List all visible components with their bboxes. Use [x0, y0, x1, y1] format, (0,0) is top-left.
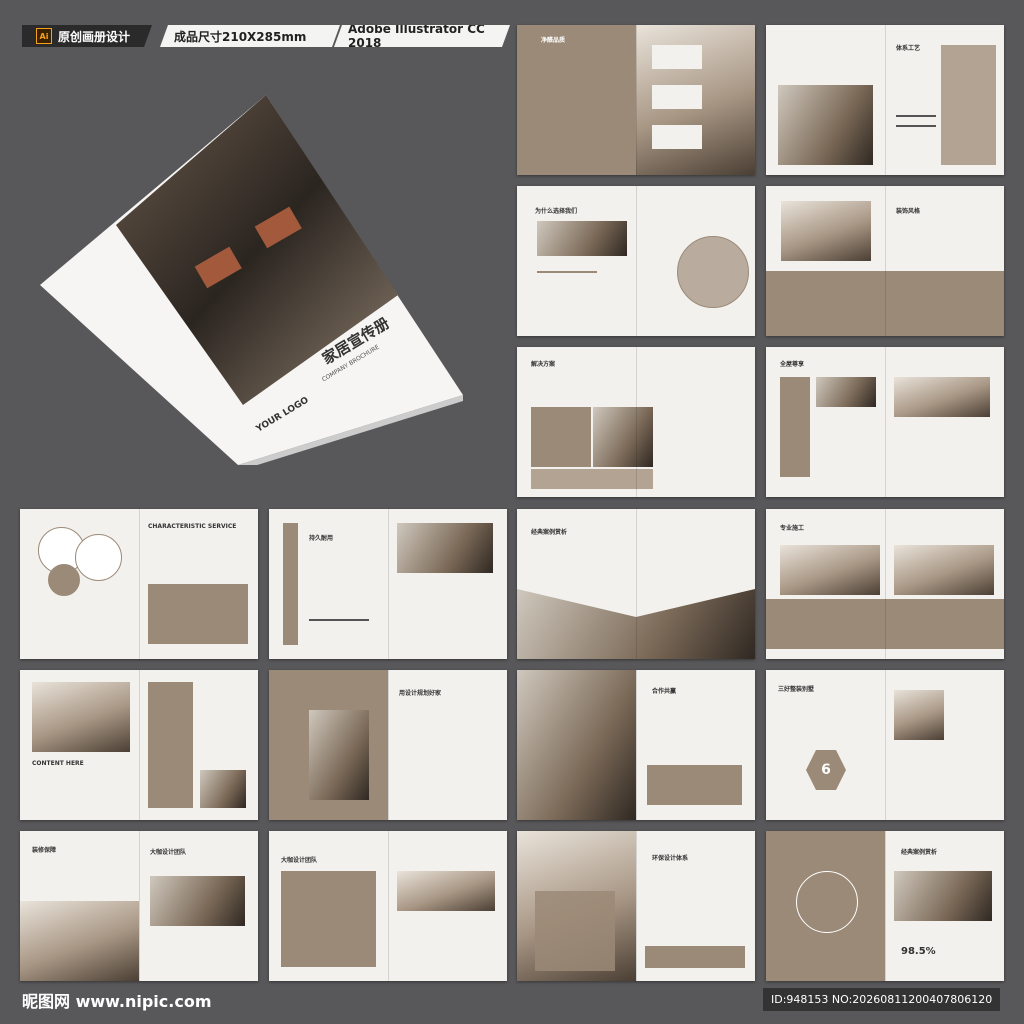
cover-mockup: 家居宣传册 COMPANY BROCHURE YOUR LOGO [38, 95, 463, 471]
spread-title: 装饰风格 [896, 208, 921, 215]
tag-label: Adobe Illustrator CC 2018 [348, 22, 485, 50]
spread-11: CONTENT HERE [20, 670, 258, 820]
spread-title: 持久耐用 [309, 535, 334, 542]
spread-title: 环保设计体系 [652, 855, 689, 862]
spread-7: CHARACTERISTIC SERVICE [20, 509, 258, 659]
spread-title: 经典案例赏析 [901, 849, 938, 856]
spread-6: 全屋尊享 [766, 347, 1004, 497]
spread-13: 合作共赢 [517, 670, 755, 820]
watermark: 昵图网 www.nipic.com [22, 992, 212, 1011]
spread-title: CONTENT HERE [32, 760, 84, 767]
spread-1: 净醛品质 [517, 25, 755, 175]
spread-12: 用设计规划好家 [269, 670, 507, 820]
tag-software: Adobe Illustrator CC 2018 [334, 25, 510, 47]
spread-title: 全屋尊享 [780, 361, 805, 368]
tag-label: 成品尺寸210X285mm [174, 29, 307, 44]
cover-book [40, 95, 463, 471]
spread-8: 持久耐用 [269, 509, 507, 659]
spread-title: 体系工艺 [896, 45, 921, 52]
tag-size: 成品尺寸210X285mm [160, 25, 340, 47]
spread-title: 为什么选择我们 [535, 208, 578, 215]
hexagon-stat: 6 [806, 750, 846, 790]
spread-title: 装修保障 [32, 847, 57, 854]
spread-2: 体系工艺 [766, 25, 1004, 175]
spread-10: 专业施工 [766, 509, 1004, 659]
spread-title: 三好整装别墅 [778, 686, 815, 693]
spread-5: 解决方案 [517, 347, 755, 497]
spread-title: 大咖设计团队 [150, 849, 187, 856]
spread-3: 为什么选择我们 [517, 186, 755, 336]
spread-15: 装修保障 大咖设计团队 [20, 831, 258, 981]
spread-9: 经典案例赏析 [517, 509, 755, 659]
spread-16: 大咖设计团队 [269, 831, 507, 981]
spread-17: 环保设计体系 [517, 831, 755, 981]
spread-title: 净醛品质 [541, 37, 566, 44]
spread-18: 经典案例赏析 98.5% [766, 831, 1004, 981]
spread-title: 大咖设计团队 [281, 857, 318, 864]
spread-title: 专业施工 [780, 525, 805, 532]
illustrator-icon: Ai [36, 28, 52, 44]
image-id: ID:948153 NO:20260811200407806120 [763, 988, 1001, 1011]
spread-title: CHARACTERISTIC SERVICE [148, 523, 237, 530]
tag-original-design: Ai 原创画册设计 [22, 25, 152, 47]
spread-4: 装饰风格 [766, 186, 1004, 336]
spread-title: 合作共赢 [652, 688, 677, 695]
spread-title: 用设计规划好家 [399, 690, 442, 697]
spread-14: 三好整装别墅 6 [766, 670, 1004, 820]
spread-title: 经典案例赏析 [531, 529, 568, 536]
tag-label: 原创画册设计 [58, 29, 131, 44]
stat-percent: 98.5% [901, 946, 936, 957]
spread-title: 解决方案 [531, 361, 556, 368]
